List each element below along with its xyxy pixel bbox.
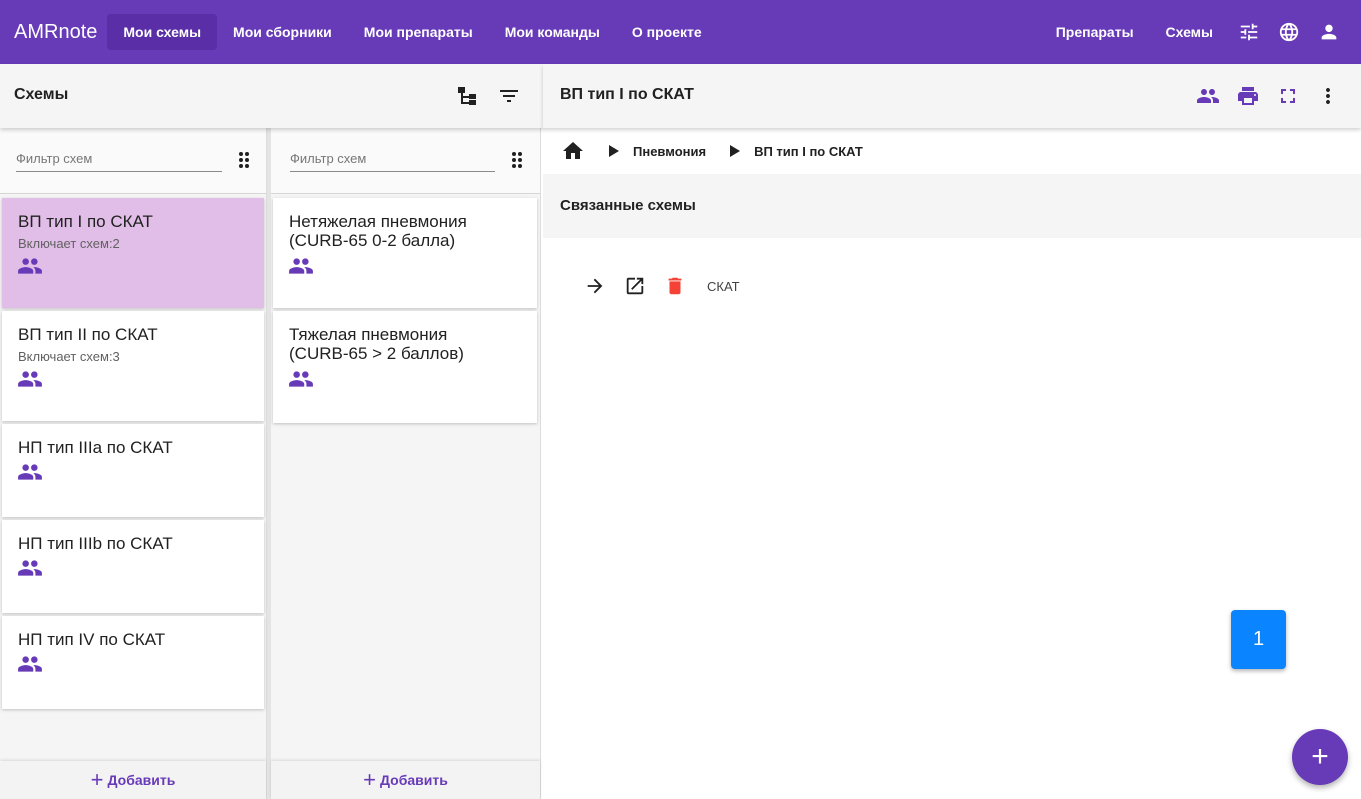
breadcrumb-item[interactable]: Пневмония — [633, 144, 706, 159]
related-scheme-row: СКАТ — [583, 273, 740, 299]
group-icon — [288, 256, 314, 276]
count-badge[interactable]: 1 — [1231, 610, 1286, 669]
nav-my-teams[interactable]: Мои команды — [489, 14, 616, 50]
schemes-title: Схемы — [14, 86, 69, 103]
plus-icon: + — [90, 767, 104, 792]
brand-logo[interactable]: AMRnote — [14, 21, 97, 44]
group-icon — [288, 369, 314, 389]
nav-my-collections[interactable]: Мои сборники — [217, 14, 348, 50]
related-schemes-title: Связанные схемы — [560, 197, 696, 214]
arrow-forward-icon[interactable] — [583, 274, 607, 298]
scheme-card-title: ВП тип II по СКАТ — [18, 325, 158, 344]
open-in-new-icon[interactable] — [623, 274, 647, 298]
nav-drugs[interactable]: Препараты — [1040, 14, 1150, 50]
sub-scheme-card-title-line2: (CURB-65 0-2 балла) — [289, 231, 456, 250]
scheme-card-title: НП тип IIIa по СКАТ — [18, 438, 173, 457]
print-icon[interactable] — [1236, 84, 1260, 108]
nav-my-drugs[interactable]: Мои препараты — [348, 14, 489, 50]
scheme-detail-title: ВП тип I по СКАТ — [560, 86, 694, 103]
sub-scheme-card[interactable]: Тяжелая пневмония (CURB-65 > 2 баллов) — [273, 311, 537, 423]
tree-icon[interactable] — [456, 84, 480, 108]
drag-handle-icon[interactable] — [236, 150, 252, 170]
sub-scheme-card-title-line2: (CURB-65 > 2 баллов) — [289, 344, 464, 363]
more-vert-icon[interactable] — [1316, 84, 1340, 108]
top-right-nav: Препараты Схемы — [1040, 0, 1361, 64]
sub-schemes-column: Нетяжелая пневмония (CURB-65 0-2 балла) … — [271, 128, 541, 799]
related-scheme-label[interactable]: СКАТ — [707, 279, 740, 294]
scheme-card-subtitle: Включает схем:2 — [18, 236, 120, 251]
scheme-detail-toolbar: ВП тип I по СКАТ — [543, 64, 1361, 128]
breadcrumb: Пневмония ВП тип I по СКАТ — [543, 128, 1361, 174]
nav-my-schemes[interactable]: Мои схемы — [107, 14, 218, 50]
tune-icon[interactable] — [1229, 12, 1269, 52]
filter-icon[interactable] — [497, 84, 521, 108]
plus-icon: + — [363, 767, 377, 792]
scheme-card-title: НП тип IV по СКАТ — [18, 630, 166, 649]
add-scheme-button[interactable]: + Добавить — [0, 761, 266, 799]
scheme-card[interactable]: НП тип IIIb по СКАТ — [2, 520, 264, 613]
group-icon — [17, 462, 43, 482]
plus-icon: + — [1311, 740, 1329, 773]
sub-scheme-card-title-line1: Нетяжелая пневмония — [289, 212, 467, 231]
fullscreen-icon[interactable] — [1276, 84, 1300, 108]
related-schemes-header: Связанные схемы — [543, 174, 1361, 238]
scheme-card[interactable]: ВП тип II по СКАТ Включает схем:3 — [2, 311, 264, 421]
scheme-card-title: ВП тип I по СКАТ — [18, 212, 153, 231]
app-bar: AMRnote Мои схемы Мои сборники Мои препа… — [0, 0, 1361, 64]
sub-scheme-card[interactable]: Нетяжелая пневмония (CURB-65 0-2 балла) — [273, 198, 537, 308]
home-icon[interactable] — [561, 139, 585, 163]
add-sub-scheme-label: Добавить — [380, 772, 448, 788]
schemes-column: ВП тип I по СКАТ Включает схем:2 ВП тип … — [0, 128, 267, 799]
breadcrumb-item-current: ВП тип I по СКАТ — [754, 143, 863, 159]
nav-schemes[interactable]: Схемы — [1150, 14, 1229, 50]
group-icon — [17, 256, 43, 276]
group-icon[interactable] — [1196, 84, 1220, 108]
schemes-filter — [0, 128, 266, 194]
play-arrow-icon — [609, 145, 619, 157]
scheme-card[interactable]: ВП тип I по СКАТ Включает схем:2 — [2, 198, 264, 308]
add-fab-button[interactable]: + — [1292, 729, 1348, 785]
play-arrow-icon — [730, 145, 741, 157]
group-icon — [17, 558, 43, 578]
add-sub-scheme-button[interactable]: + Добавить — [271, 761, 540, 799]
group-icon — [17, 654, 43, 674]
main-nav: Мои схемы Мои сборники Мои препараты Мои… — [107, 0, 717, 64]
group-icon — [17, 369, 43, 389]
scheme-card-title: НП тип IIIb по СКАТ — [18, 534, 173, 553]
scheme-card[interactable]: НП тип IV по СКАТ — [2, 616, 264, 709]
drag-handle-icon[interactable] — [509, 150, 525, 170]
scheme-card[interactable]: НП тип IIIa по СКАТ — [2, 424, 264, 517]
sub-schemes-filter — [271, 128, 540, 194]
sub-scheme-card-title-line1: Тяжелая пневмония — [289, 325, 448, 344]
globe-icon[interactable] — [1269, 12, 1309, 52]
account-icon[interactable] — [1309, 12, 1349, 52]
sub-schemes-filter-input[interactable] — [290, 146, 495, 172]
schemes-toolbar: Схемы — [0, 64, 543, 128]
schemes-filter-input[interactable] — [16, 146, 222, 172]
add-scheme-label: Добавить — [107, 772, 176, 788]
delete-icon[interactable] — [663, 274, 687, 298]
scheme-card-subtitle: Включает схем:3 — [18, 349, 120, 364]
nav-about[interactable]: О проекте — [616, 14, 718, 50]
